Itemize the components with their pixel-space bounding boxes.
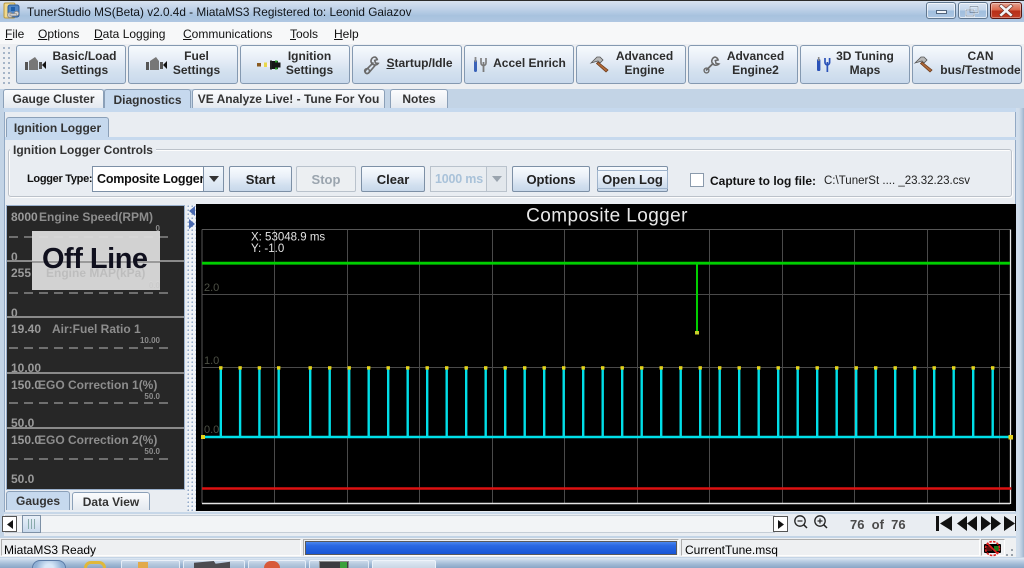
svg-text:1.0: 1.0 (204, 355, 219, 367)
svg-text:X: 53048.9 ms: X: 53048.9 ms (251, 232, 325, 244)
svg-text:0.0: 0.0 (204, 424, 219, 436)
svg-text:2.0: 2.0 (204, 282, 219, 294)
svg-text:Y: -1.0: Y: -1.0 (251, 243, 284, 255)
svg-text:Composite Logger: Composite Logger (526, 206, 688, 227)
